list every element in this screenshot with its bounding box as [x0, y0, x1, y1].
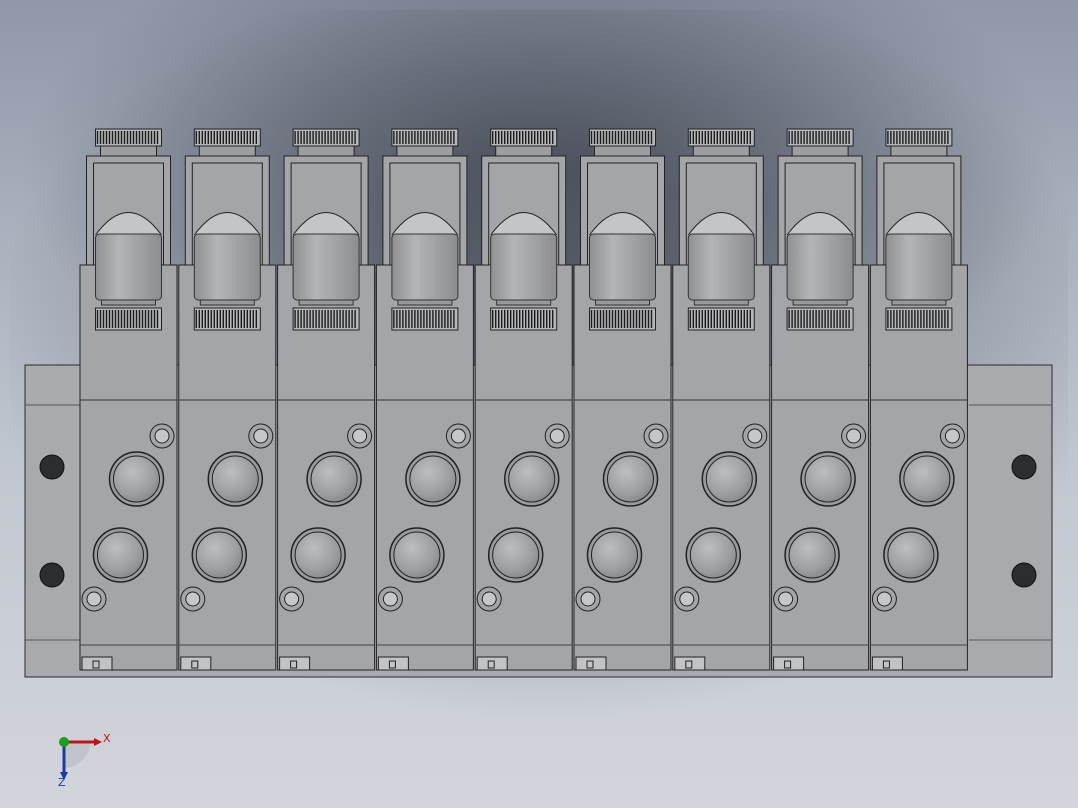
pilot-port	[86, 591, 102, 607]
pilot-port	[253, 428, 269, 444]
pilot-port	[382, 591, 398, 607]
pilot-port	[185, 591, 201, 607]
outlet-port-b	[689, 531, 737, 579]
pilot-port	[876, 591, 892, 607]
valve-stack	[79, 128, 968, 671]
outlet-port-b	[591, 531, 638, 579]
pilot-port	[481, 591, 497, 607]
pilot-port	[580, 591, 596, 607]
connector-cap	[885, 233, 953, 301]
pilot-port	[679, 591, 695, 607]
pilot-port	[778, 591, 794, 607]
connector-cap	[391, 233, 459, 301]
outlet-port-b	[393, 531, 441, 579]
pilot-port	[549, 428, 565, 444]
valve-module	[474, 128, 573, 671]
outlet-port-a	[508, 455, 556, 503]
connector-cap	[95, 233, 162, 301]
outlet-port-a	[310, 455, 358, 503]
outlet-port-b	[788, 531, 836, 579]
outlet-port-a	[211, 455, 259, 503]
graphics-viewport[interactable]: X Z	[0, 0, 1078, 808]
outlet-port-a	[903, 455, 951, 503]
valve-module	[573, 128, 672, 671]
y-axis-dot	[59, 737, 69, 747]
pilot-port	[648, 428, 664, 444]
connector-cap	[193, 233, 261, 301]
connector-cap	[292, 233, 360, 301]
outlet-port-b	[97, 531, 144, 579]
valve-manifold-model[interactable]	[0, 0, 1078, 808]
connector-cap	[589, 233, 656, 301]
pilot-port	[154, 428, 170, 444]
connector-cap	[490, 233, 558, 301]
outlet-port-b	[492, 531, 540, 579]
outlet-port-a	[705, 455, 753, 503]
outlet-port-a	[409, 455, 457, 503]
outlet-port-a	[804, 455, 852, 503]
pilot-port	[944, 428, 960, 444]
connector-cap	[687, 233, 755, 301]
valve-module	[771, 128, 870, 671]
pilot-port	[846, 428, 862, 444]
outlet-port-b	[887, 531, 935, 579]
mount-hole	[39, 562, 65, 588]
pilot-port	[284, 591, 300, 607]
z-axis-label: Z	[58, 776, 66, 789]
valve-module	[869, 128, 968, 671]
valve-module	[178, 128, 277, 671]
pilot-port	[747, 428, 763, 444]
outlet-port-a	[113, 455, 160, 503]
valve-module	[277, 128, 376, 671]
mount-hole	[39, 454, 65, 480]
outlet-port-b	[294, 531, 342, 579]
mount-hole	[1011, 562, 1037, 588]
outlet-port-a	[607, 455, 654, 503]
valve-module	[375, 128, 474, 671]
valve-module	[79, 128, 178, 671]
valve-module	[672, 128, 771, 671]
x-axis-label: X	[103, 732, 111, 745]
pilot-port	[450, 428, 466, 444]
connector-cap	[786, 233, 854, 301]
mount-hole	[1011, 454, 1037, 480]
outlet-port-b	[195, 531, 243, 579]
pilot-port	[352, 428, 368, 444]
